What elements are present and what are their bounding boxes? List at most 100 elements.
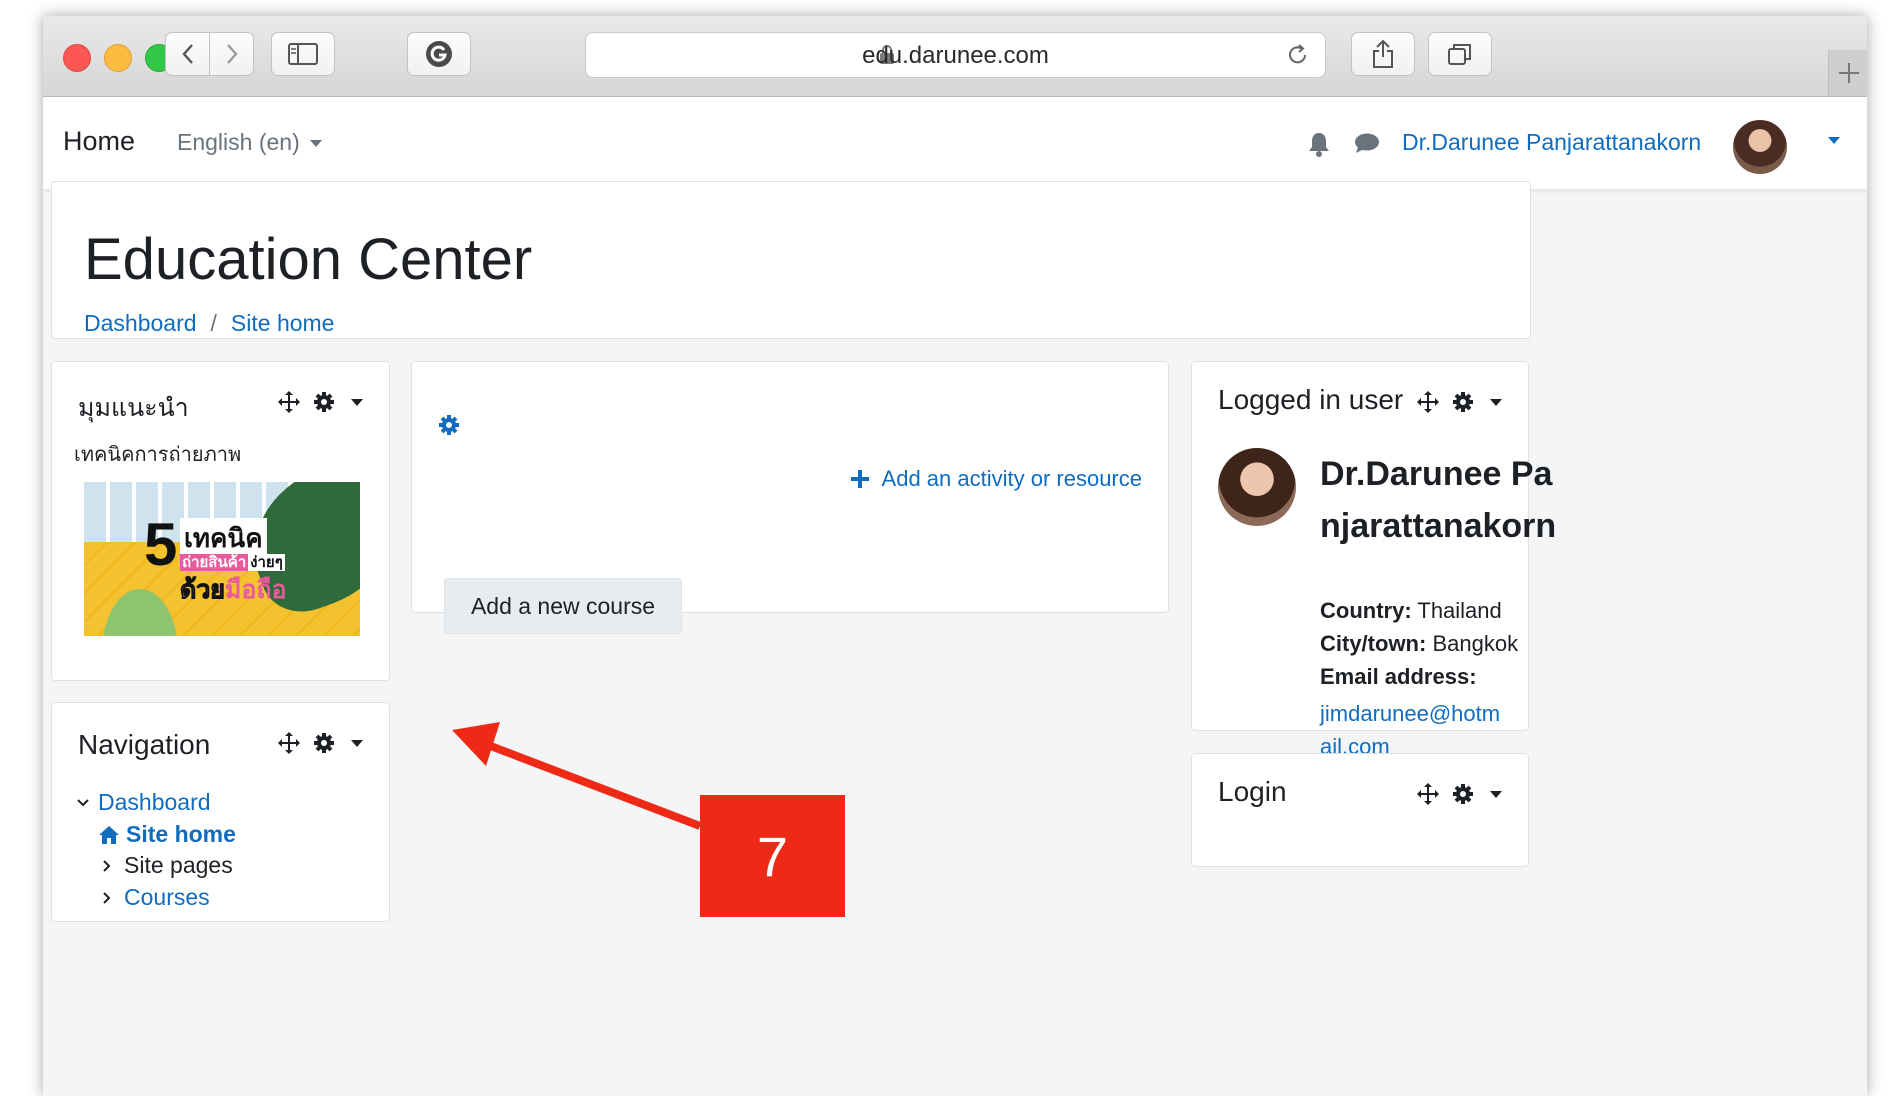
home-link[interactable]: Home (63, 126, 135, 157)
plus-icon (1838, 63, 1859, 83)
city-label: City/town: (1320, 631, 1427, 656)
nav-item-dashboard[interactable]: Dashboard (76, 789, 211, 816)
email-value: jimdarunee@hotmail.com (1320, 701, 1501, 759)
message-icon[interactable] (1354, 132, 1380, 154)
country-value: Thailand (1417, 598, 1502, 623)
block-title: มุมแนะนำ (78, 394, 189, 422)
share-button[interactable] (1351, 32, 1415, 76)
block-controls (1416, 782, 1502, 806)
share-icon (1373, 39, 1393, 68)
language-menu[interactable]: English (en) (177, 129, 322, 156)
chevron-left-icon (181, 44, 193, 64)
nav-label: Site pages (124, 852, 233, 878)
sidebar-icon (288, 43, 318, 65)
move-icon[interactable] (1416, 390, 1440, 414)
url-text: edu.darunee.com (862, 42, 1049, 69)
add-activity-label: Add an activity or resource (881, 466, 1142, 491)
nav-item-site-home[interactable]: Site home (98, 821, 236, 848)
sidebar-toggle-button[interactable] (271, 32, 335, 76)
chevron-right-icon (103, 859, 111, 872)
page-header: Education Center Dashboard / Site home (51, 181, 1531, 339)
block-controls (277, 390, 363, 414)
add-activity-link[interactable]: Add an activity or resource (850, 466, 1142, 492)
bell-icon[interactable] (1308, 131, 1330, 157)
minimize-window-button[interactable] (104, 44, 132, 72)
home-icon (99, 825, 119, 844)
block-controls (277, 731, 363, 755)
user-avatar[interactable] (1733, 120, 1787, 174)
main-region: Add an activity or resource Add a new co… (411, 361, 1169, 634)
email-label: Email address: (1320, 664, 1477, 689)
country-label: Country: (1320, 598, 1412, 623)
move-icon[interactable] (277, 390, 301, 414)
new-tab-button[interactable] (1828, 50, 1867, 96)
caret-down-icon[interactable] (1490, 398, 1502, 406)
user-menu-caret-icon[interactable] (1828, 137, 1840, 144)
caret-down-icon[interactable] (351, 398, 363, 406)
navigation-block: Navigation Dashboard Site home Site page… (51, 702, 390, 922)
nav-label: Dashboard (98, 789, 211, 815)
back-button[interactable] (165, 32, 210, 76)
block-title: Login (1218, 776, 1287, 807)
user-fullname: Dr.Darunee Panjarattanakorn (1320, 455, 1557, 545)
city-value: Bangkok (1432, 631, 1519, 656)
browser-toolbar: edu.darunee.com (43, 16, 1867, 97)
browser-window: edu.darunee.com Home English (en) Dr.Dar… (43, 16, 1867, 1096)
nav-label: Courses (124, 884, 210, 910)
block-title: Logged in user (1218, 384, 1404, 415)
gear-icon[interactable] (313, 391, 335, 413)
move-icon[interactable] (1416, 782, 1440, 806)
user-city: City/town: Bangkok (1320, 631, 1518, 657)
nav-item-courses[interactable]: Courses (102, 884, 210, 911)
image-line-3: ด้วยมือถือ (180, 570, 287, 610)
language-label: English (en) (177, 129, 300, 155)
chevron-right-icon (103, 891, 111, 904)
tabs-icon (1448, 44, 1471, 65)
chevron-right-icon (226, 44, 238, 64)
login-block: Login (1191, 753, 1529, 867)
reload-icon[interactable] (1285, 42, 1311, 68)
forward-button[interactable] (209, 32, 254, 76)
chevron-down-icon (77, 798, 89, 806)
featured-subtitle: เทคนิคการถ่ายภาพ (74, 444, 242, 466)
grammarly-extension-button[interactable] (407, 32, 471, 76)
annotation-callout: 7 (700, 795, 845, 917)
breadcrumb-dashboard[interactable]: Dashboard (84, 310, 197, 336)
image-line-2b: ง่ายๆ (248, 554, 285, 571)
featured-course-image[interactable]: 5 เทคนิค ถ่ายสินค้า ง่ายๆ ด้วยมือถือ (84, 482, 360, 636)
caret-down-icon[interactable] (1490, 790, 1502, 798)
gear-icon[interactable] (1452, 783, 1474, 805)
page-content: Home English (en) Dr.Darunee Panjarattan… (43, 97, 1867, 1096)
breadcrumb-separator: / (210, 310, 217, 336)
block-controls (1416, 390, 1502, 414)
gear-icon[interactable] (1452, 391, 1474, 413)
block-title: Navigation (78, 729, 211, 760)
user-menu-name[interactable]: Dr.Darunee Panjarattanakorn (1402, 129, 1701, 156)
image-number: 5 (144, 511, 178, 578)
plus-icon (850, 470, 869, 488)
add-course-button[interactable]: Add a new course (444, 578, 682, 634)
image-line-3b: มือถือ (224, 576, 287, 604)
breadcrumb-site-home[interactable]: Site home (231, 310, 335, 336)
nav-item-site-pages[interactable]: Site pages (102, 852, 233, 879)
caret-down-icon (309, 140, 322, 148)
user-country: Country: Thailand (1320, 598, 1502, 624)
caret-down-icon[interactable] (351, 739, 363, 747)
gear-icon[interactable] (438, 414, 460, 436)
tab-overview-button[interactable] (1428, 32, 1492, 76)
page-title: Education Center (84, 227, 533, 292)
nav-label: Site home (126, 821, 236, 847)
user-picture[interactable] (1218, 448, 1296, 526)
gear-icon[interactable] (313, 732, 335, 754)
featured-block: มุมแนะนำ เทคนิคการถ่ายภาพ 5 เทคนิค ถ่ายส… (51, 361, 390, 681)
image-line-3a: ด้วย (180, 576, 226, 605)
top-navbar: Home English (en) Dr.Darunee Panjarattan… (43, 97, 1867, 189)
logged-in-user-block: Logged in user Dr.Darunee Panjarattanako… (1191, 361, 1556, 759)
move-icon[interactable] (277, 731, 301, 755)
user-email-label: Email address: (1320, 664, 1477, 690)
address-bar[interactable]: edu.darunee.com (585, 32, 1326, 78)
close-window-button[interactable] (63, 44, 91, 72)
image-line-2a: ถ่ายสินค้า (180, 554, 249, 571)
grammarly-icon (426, 41, 452, 67)
breadcrumb: Dashboard / Site home (84, 310, 334, 337)
